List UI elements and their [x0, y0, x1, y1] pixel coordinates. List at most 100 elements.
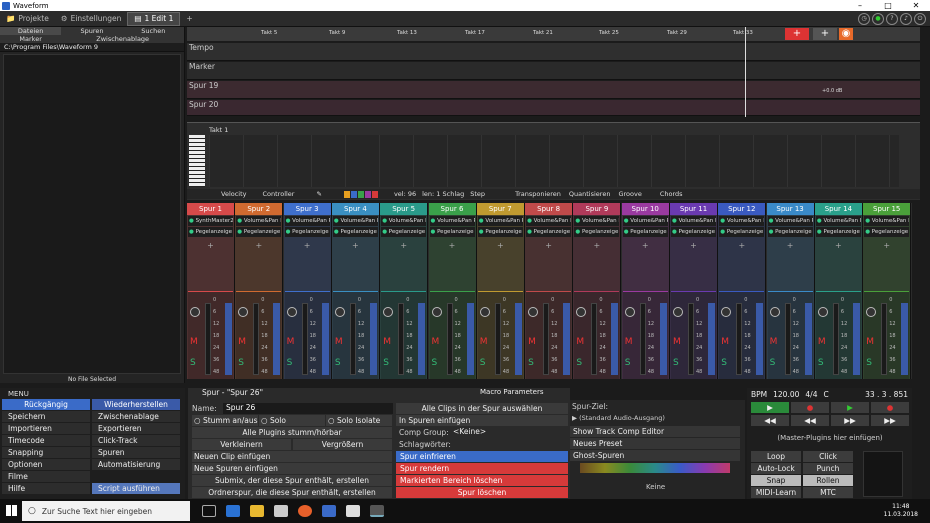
strip-meter-plugin[interactable]: ● Pegelanzeige [381, 227, 427, 237]
taskbar-search[interactable]: ○ Zur Suche Text hier eingeben [22, 501, 190, 521]
mixer-strip[interactable]: Spur 10● Volume&Pan Plugin● Pegelanzeige… [621, 203, 670, 379]
strip-meter-plugin[interactable]: ● Pegelanzeige [284, 227, 330, 237]
menu-item[interactable]: Filme [2, 471, 90, 482]
browser-tab-files[interactable]: Dateien [0, 27, 62, 35]
insert-into-tracks-button[interactable]: In Spuren einfügen [396, 415, 568, 426]
strip-meter-plugin[interactable]: ● Pegelanzeige [526, 227, 572, 237]
volume-fader[interactable] [301, 303, 308, 375]
add-plugin-button[interactable]: + [332, 241, 379, 250]
strip-meter-plugin[interactable]: ● Pegelanzeige [622, 227, 668, 237]
add-tab-button[interactable]: + [180, 12, 198, 26]
strip-meter-plugin[interactable]: ● Pegelanzeige [332, 227, 378, 237]
new-preset-button[interactable]: Neues Preset [570, 438, 740, 449]
strip-plugin[interactable]: ● Volume&Pan Plugin [864, 216, 910, 226]
to-start-button[interactable]: ◀◀ [751, 415, 789, 426]
strip-meter-plugin[interactable]: ● Pegelanzeige [864, 227, 910, 237]
position-display[interactable]: 33 . 3 . 851 [865, 390, 908, 399]
add-plugin-button[interactable]: + [235, 241, 282, 250]
delete-marked-button[interactable]: Markierten Bereich löschen [396, 475, 568, 486]
groove-menu[interactable]: Groove [618, 190, 641, 198]
strip-name[interactable]: Spur 13 [766, 203, 814, 215]
ghost-color-palette[interactable] [580, 463, 730, 473]
mixer-strip[interactable]: Spur 14● Volume&Pan Plugin● Pegelanzeige… [814, 203, 863, 379]
menu-item[interactable]: Zwischenablage [92, 411, 180, 422]
mixer-strip[interactable]: Spur 3● Volume&Pan Plugin● Pegelanzeige +… [283, 203, 332, 379]
create-folder-button[interactable]: Ordnerspur, die diese Spur enthält, erst… [192, 487, 392, 498]
mixer-strip[interactable]: Spur 11● Volume&Pan Plugin● Pegelanzeige… [670, 203, 718, 379]
menu-item[interactable]: Optionen [2, 459, 90, 470]
time-signature[interactable]: 4/4 [805, 390, 817, 399]
volume-fader[interactable] [832, 303, 839, 375]
browser-path[interactable]: C:\Program Files\Waveform 9 [0, 43, 184, 52]
strip-meter-plugin[interactable]: ● Pegelanzeige [236, 227, 282, 237]
fast-forward-button[interactable]: ▶▶ [831, 415, 869, 426]
mute-button[interactable]: M [866, 337, 874, 347]
mixer-strip[interactable]: Spur 15● Volume&Pan Plugin● Pegelanzeige… [863, 203, 912, 379]
strip-name[interactable]: Spur 7 [476, 203, 524, 215]
enlarge-button[interactable]: Vergrößern [293, 439, 392, 450]
strip-meter-plugin[interactable]: ● Pegelanzeige [429, 227, 475, 237]
solo-isolate-toggle[interactable]: ○ Solo Isolate [326, 415, 392, 426]
volume-fader[interactable] [205, 303, 211, 375]
ghost-tracks-button[interactable]: Ghost-Spuren [570, 450, 740, 461]
velocity-lane-button[interactable]: Velocity [221, 190, 247, 198]
mute-button[interactable]: M [528, 337, 536, 347]
output-select[interactable]: ▶ (Standard Audio-Ausgang) [572, 414, 665, 422]
app-icon[interactable] [322, 505, 336, 517]
add-plugin-button[interactable]: + [477, 241, 524, 250]
solo-button[interactable]: S [287, 358, 293, 368]
strip-name[interactable]: Spur 6 [428, 203, 476, 215]
add-plugin-button[interactable]: + [718, 241, 765, 250]
strip-name[interactable]: Spur 12 [718, 203, 766, 215]
playhead[interactable] [745, 27, 746, 117]
solo-button[interactable]: S [721, 358, 727, 368]
volume-fader[interactable] [881, 303, 888, 375]
pan-knob[interactable] [190, 307, 200, 317]
mute-button[interactable]: M [383, 337, 391, 347]
key-value[interactable]: C [823, 390, 828, 399]
explorer-icon[interactable] [250, 505, 264, 517]
mixer-strip[interactable]: Spur 8● Volume&Pan Plugin● Pegelanzeige +… [525, 203, 574, 379]
add-plugin-button[interactable]: + [284, 241, 331, 250]
volume-fader[interactable] [253, 303, 260, 375]
strip-name[interactable]: Spur 4 [331, 203, 379, 215]
strip-plugin[interactable]: ● Volume&Pan Plugin [429, 216, 475, 226]
freeze-track-button[interactable]: Spur einfrieren [396, 451, 568, 462]
snap-button[interactable]: Snap [751, 475, 801, 486]
strip-name[interactable]: Spur 2 [235, 203, 283, 215]
add-track-red-button[interactable]: + [785, 28, 809, 40]
mute-button[interactable]: M [673, 337, 681, 347]
solo-button[interactable]: S [673, 358, 679, 368]
loop-button[interactable]: Loop [751, 451, 801, 462]
task-view-icon[interactable] [202, 505, 216, 517]
firefox-icon[interactable] [298, 505, 312, 517]
piano-grid[interactable] [209, 135, 899, 187]
add-plugin-button[interactable]: + [429, 241, 476, 250]
mute-button[interactable]: M [238, 337, 246, 347]
pan-knob[interactable] [431, 307, 442, 317]
solo-button[interactable]: S [625, 358, 631, 368]
strip-plugin[interactable]: ● Volume&Pan Plugin [284, 216, 330, 226]
strip-plugin[interactable]: ● SynthMaster2 [188, 216, 233, 226]
strip-plugin[interactable]: ● Volume&Pan Plugin [767, 216, 813, 226]
solo-button[interactable]: S [528, 358, 534, 368]
add-track-button[interactable]: + [813, 28, 837, 40]
edge-icon[interactable] [226, 505, 240, 517]
all-plugins-toggle[interactable]: Alle Plugins stumm/hörbar [192, 427, 392, 438]
auto-lock-button[interactable]: Auto-Lock [751, 463, 801, 474]
close-button[interactable]: ✕ [902, 0, 930, 11]
browser-tab-clipboard[interactable]: Zwischenablage [61, 35, 184, 43]
tempo-track[interactable]: Tempo [187, 43, 920, 61]
strip-meter-plugin[interactable]: ● Pegelanzeige [671, 227, 716, 237]
record-meter-icon[interactable]: ● [872, 12, 884, 25]
mute-button[interactable]: M [576, 337, 584, 347]
mute-button[interactable]: M [432, 337, 440, 347]
pan-knob[interactable] [334, 307, 345, 317]
file-list[interactable] [3, 54, 181, 374]
mute-button[interactable]: M [190, 337, 198, 347]
strip-plugin[interactable]: ● Volume&Pan Plugin [236, 216, 282, 226]
mute-button[interactable]: M [770, 337, 778, 347]
strip-meter-plugin[interactable]: ● Pegelanzeige [188, 227, 233, 237]
menu-item[interactable]: Click-Track [92, 435, 180, 446]
browser-tab-marker[interactable]: Marker [0, 35, 61, 43]
